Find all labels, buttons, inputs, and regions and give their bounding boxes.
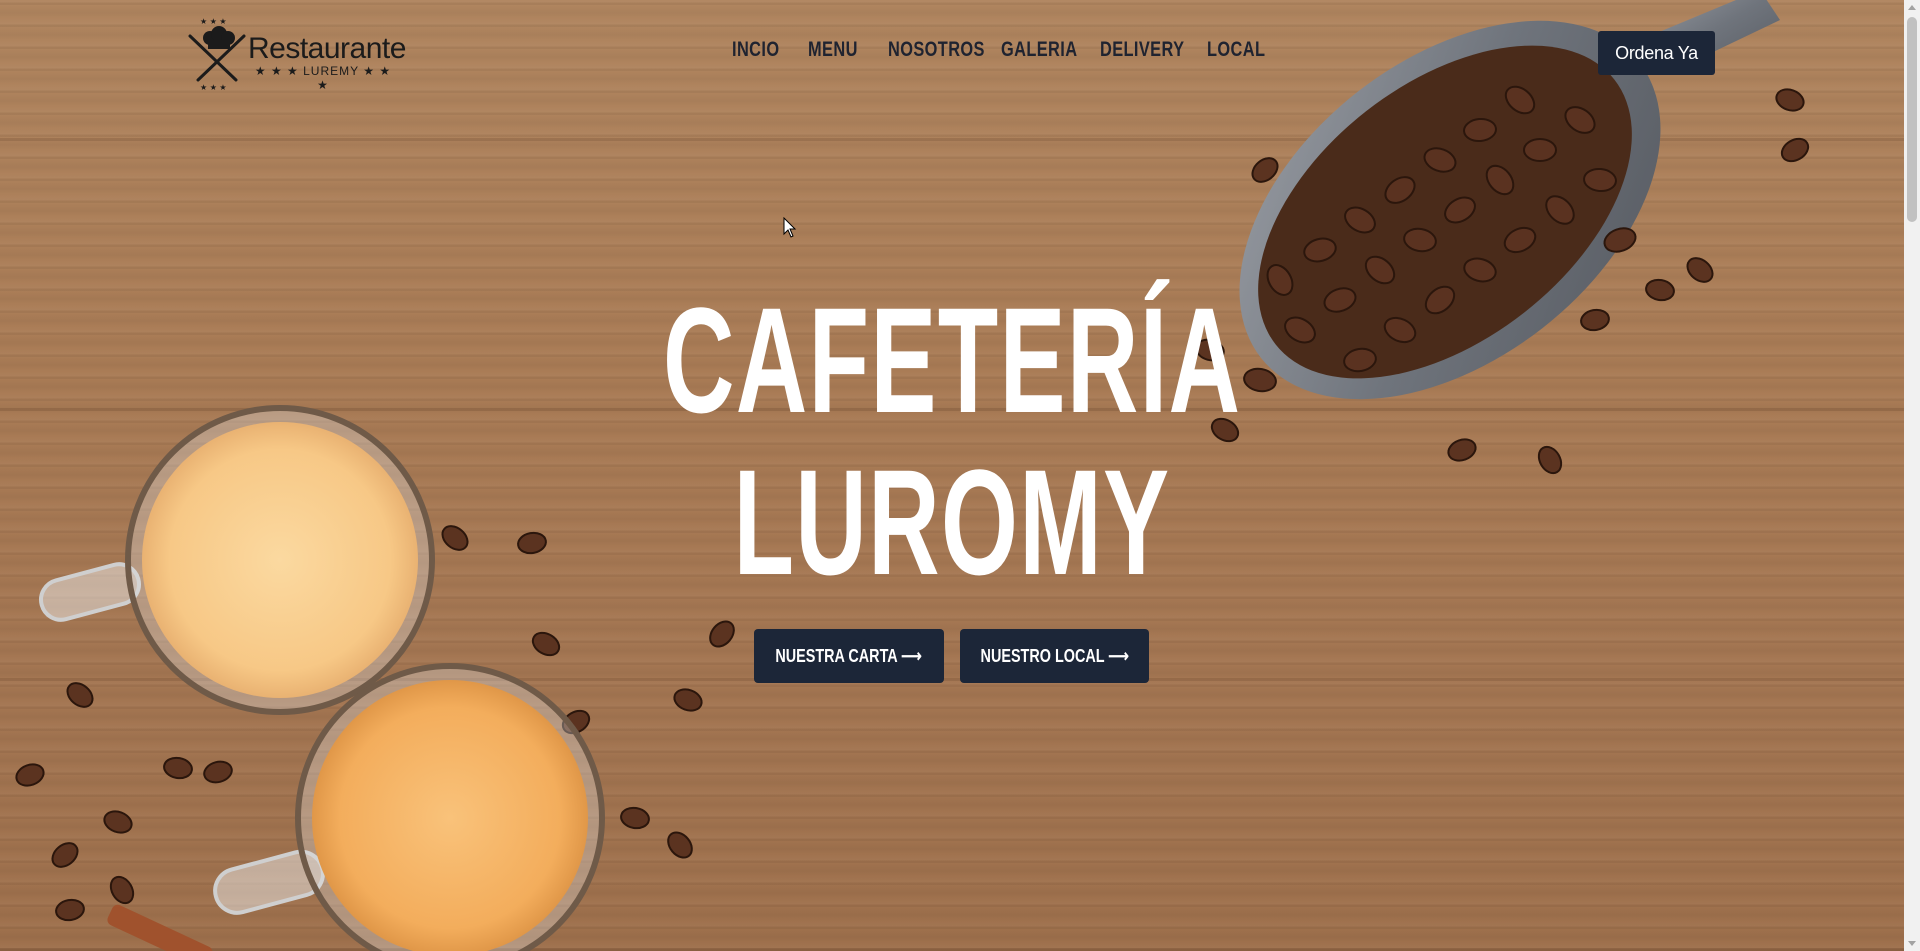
scrollbar-thumb[interactable]	[1907, 17, 1917, 222]
hero-title-line-1: CAFETERÍA	[662, 276, 1242, 444]
chef-hat-icon: ★ ★ ★ ★ ★ ★	[188, 17, 246, 92]
nav-item-nosotros[interactable]: NOSOTROS	[888, 38, 985, 62]
logo-subtitle: ★ ★ ★ LUREMY ★ ★ ★	[254, 64, 392, 92]
our-location-button-label: NUESTRO LOCAL ⟶	[980, 645, 1129, 666]
svg-text:★ ★ ★: ★ ★ ★	[200, 83, 227, 92]
our-location-button[interactable]: NUESTRO LOCAL ⟶	[960, 629, 1149, 683]
nav-item-menu[interactable]: MENU	[808, 38, 858, 62]
nav-item-local[interactable]: LOCAL	[1207, 38, 1265, 62]
nav-item-galeria[interactable]: GALERIA	[1001, 38, 1077, 62]
scroll-down-arrow-icon[interactable]	[1908, 941, 1916, 946]
mouse-cursor-icon	[783, 217, 797, 238]
page-scrollbar[interactable]	[1904, 0, 1920, 951]
logo-title: Restaurante	[248, 32, 406, 65]
scroll-up-arrow-icon[interactable]	[1908, 5, 1916, 10]
nav-item-delivery[interactable]: DELIVERY	[1100, 38, 1184, 62]
hero-title-line-2: LUROMY	[733, 438, 1171, 606]
svg-text:★ ★ ★: ★ ★ ★	[200, 17, 227, 26]
order-now-button[interactable]: Ordena Ya	[1598, 31, 1715, 75]
our-menu-button-label: NUESTRA CARTA ⟶	[775, 645, 923, 666]
our-menu-button[interactable]: NUESTRA CARTA ⟶	[754, 629, 944, 683]
restaurant-logo[interactable]: ★ ★ ★ ★ ★ ★ Restaurante ★ ★ ★ LUREMY ★ ★…	[186, 14, 406, 94]
nav-item-inicio[interactable]: INCIO	[732, 38, 779, 62]
